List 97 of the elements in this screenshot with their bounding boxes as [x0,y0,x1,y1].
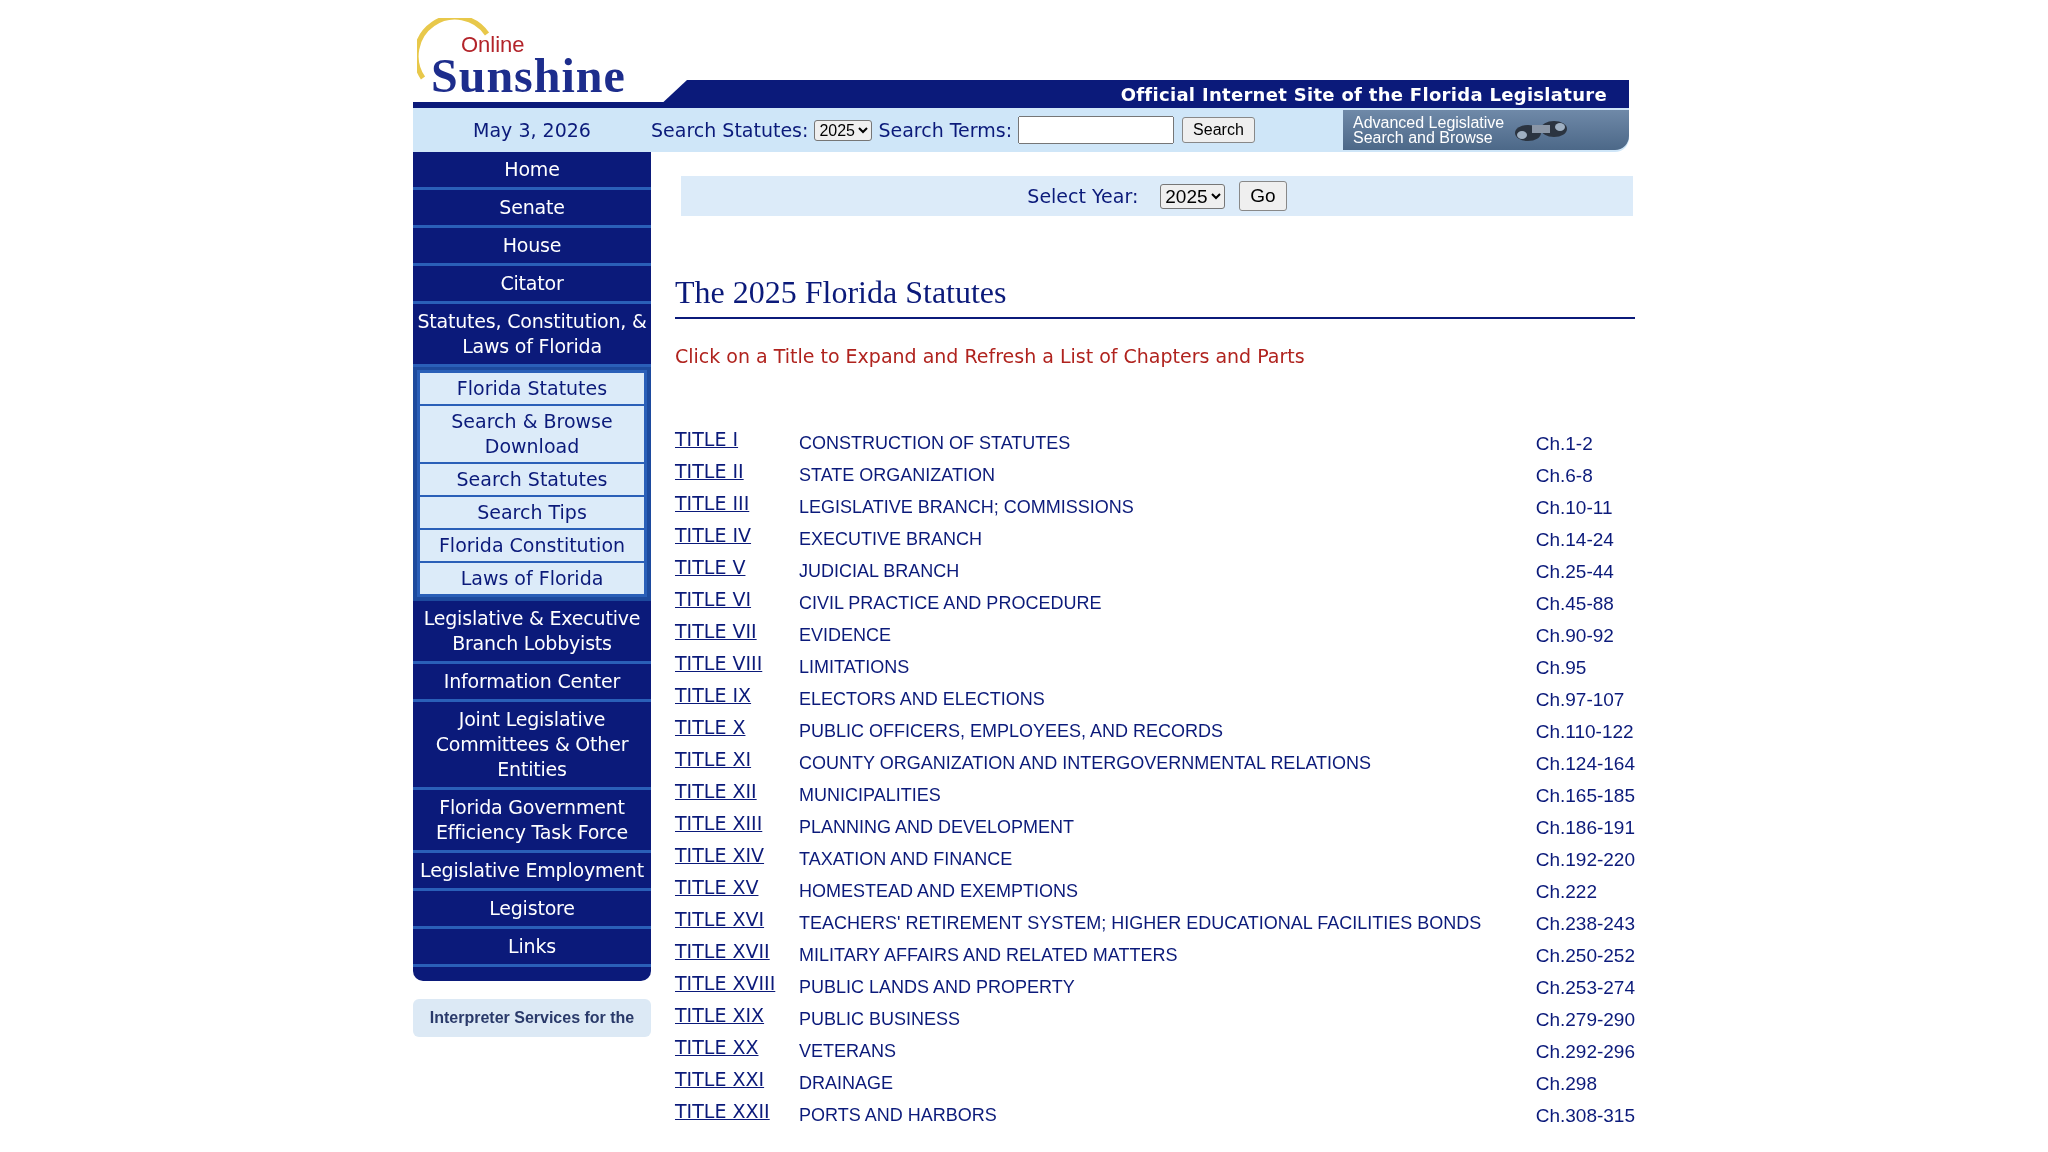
page-heading: The 2025 Florida Statutes [675,274,1635,319]
title-name: JUDICIAL BRANCH [799,560,961,583]
chapter-range: Ch.238-243 [1534,912,1635,936]
search-button[interactable]: Search [1182,117,1255,143]
chapter-range: Ch.253-274 [1534,976,1635,1000]
title-link[interactable]: TITLE XVIII [675,971,776,1000]
title-link[interactable]: TITLE VII [675,619,757,648]
instruction-text: Click on a Title to Expand and Refresh a List of Chapters and Parts [675,345,1306,367]
nav-item[interactable]: Legislative Employment [413,853,651,891]
chapter-range: Ch.165-185 [1534,784,1635,808]
title-link[interactable]: TITLE XVI [675,907,765,936]
title-name: EVIDENCE [799,624,893,647]
nav-item[interactable]: Home [413,152,651,190]
title-link[interactable]: TITLE IV [675,523,752,552]
title-name: STATE ORGANIZATION [799,464,996,487]
chapter-range: Ch.10-11 [1534,496,1614,520]
title-name: LIMITATIONS [799,656,911,679]
chapter-range: Ch.1-2 [1534,432,1594,456]
submenu-item[interactable]: Florida Statutes [420,373,644,404]
title-name: VETERANS [799,1040,898,1063]
title-name: DRAINAGE [799,1072,895,1095]
chapter-range: Ch.25-44 [1534,560,1615,584]
title-link[interactable]: TITLE XIX [675,1003,765,1032]
chapter-range: Ch.110-122 [1534,720,1635,744]
chapter-range: Ch.222 [1534,880,1598,904]
year-select[interactable]: 2025 [814,119,873,141]
search-statutes-label: Search Statutes: [651,119,809,141]
title-link[interactable]: TITLE XXI [675,1067,765,1096]
select-year-label: Select Year: [1027,185,1139,207]
chapter-range: Ch.45-88 [1534,592,1615,616]
chapter-range: Ch.14-24 [1534,528,1615,552]
chapter-range: Ch.192-220 [1534,848,1635,872]
title-name: PLANNING AND DEVELOPMENT [799,816,1076,839]
nav-item[interactable]: Links [413,929,651,967]
advanced-search-link[interactable]: Advanced Legislative Search and Browse [1343,110,1629,150]
title-link[interactable]: TITLE X [675,715,746,744]
chapter-range: Ch.90-92 [1534,624,1615,648]
chapter-range: Ch.97-107 [1534,688,1626,712]
title-link[interactable]: TITLE I [675,427,739,456]
title-link[interactable]: TITLE XII [675,779,757,808]
interpreter-services-notice: Interpreter Services for the [413,999,651,1037]
title-name: PORTS AND HARBORS [799,1104,998,1127]
nav-item[interactable]: Senate [413,190,651,228]
title-name: COUNTY ORGANIZATION AND INTERGOVERNMENTAL RELATIONS [799,752,1373,775]
nav-item[interactable]: House [413,228,651,266]
title-name: PUBLIC OFFICERS, EMPLOYEES, AND RECORDS [799,720,1225,743]
nav-item[interactable]: Florida Government Efficiency Task Force [413,790,651,853]
tagline: Official Internet Site of the Florida Legislature [1120,83,1607,105]
title-name: TEACHERS' RETIREMENT SYSTEM; HIGHER EDUCATIONAL FACILITIES BONDS [799,912,1483,935]
title-name: TAXATION AND FINANCE [799,848,1014,871]
nav-item[interactable]: Information Center [413,664,651,702]
nav-item[interactable]: Joint Legislative Committees & Other Entities [413,702,651,790]
title-link[interactable]: TITLE XV [675,875,759,904]
title-link[interactable]: TITLE VIII [675,651,763,680]
title-link[interactable]: TITLE XIV [675,843,765,872]
chapter-range: Ch.308-315 [1534,1104,1635,1128]
nav-item[interactable]: Legistore [413,891,651,929]
title-link[interactable]: TITLE IX [675,683,752,712]
chapter-range: Ch.279-290 [1534,1008,1635,1032]
date: May 3, 2026 [472,119,592,141]
title-name: ELECTORS AND ELECTIONS [799,688,1046,711]
title-name: MUNICIPALITIES [799,784,942,807]
title-link[interactable]: TITLE II [675,459,744,488]
title-name: EXECUTIVE BRANCH [799,528,984,551]
submenu-item[interactable]: Search Statutes [420,464,644,495]
title-name: HOMESTEAD AND EXEMPTIONS [799,880,1080,903]
chapter-range: Ch.250-252 [1534,944,1635,968]
title-link[interactable]: TITLE III [675,491,750,520]
title-name: PUBLIC LANDS AND PROPERTY [799,976,1076,999]
chapter-range: Ch.95 [1534,656,1588,680]
title-name: LEGISLATIVE BRANCH; COMMISSIONS [799,496,1135,519]
title-link[interactable]: TITLE XVII [675,939,770,968]
title-link[interactable]: TITLE XI [675,747,752,776]
search-terms-label: Search Terms: [878,119,1013,141]
search-field[interactable] [1018,116,1175,144]
nav-item[interactable]: Citator [413,266,651,304]
title-name: MILITARY AFFAIRS AND RELATED MATTERS [799,944,1179,967]
chapter-range: Ch.186-191 [1534,816,1635,840]
chapter-range: Ch.292-296 [1534,1040,1635,1064]
title-link[interactable]: TITLE XXII [675,1099,770,1128]
title-name: PUBLIC BUSINESS [799,1008,962,1031]
submenu-item[interactable]: Search & Browse Download [420,406,644,462]
title-link[interactable]: TITLE XX [675,1035,759,1064]
nav-item[interactable]: Legislative & Executive Branch Lobbyists [413,601,651,664]
title-name: CONSTRUCTION OF STATUTES [799,432,1072,455]
submenu-item[interactable]: Search Tips [420,497,644,528]
title-link[interactable]: TITLE XIII [675,811,763,840]
submenu-item[interactable]: Laws of Florida [420,563,644,594]
title-link[interactable]: TITLE VI [675,587,752,616]
go-button[interactable]: Go [1239,181,1287,211]
title-name: CIVIL PRACTICE AND PROCEDURE [799,592,1103,615]
chapter-range: Ch.124-164 [1534,752,1635,776]
chapter-range: Ch.6-8 [1534,464,1594,488]
chapter-range: Ch.298 [1534,1072,1598,1096]
title-link[interactable]: TITLE V [675,555,746,584]
submenu-item[interactable]: Florida Constitution [420,530,644,561]
year-select[interactable]: 2025 [1160,183,1226,209]
